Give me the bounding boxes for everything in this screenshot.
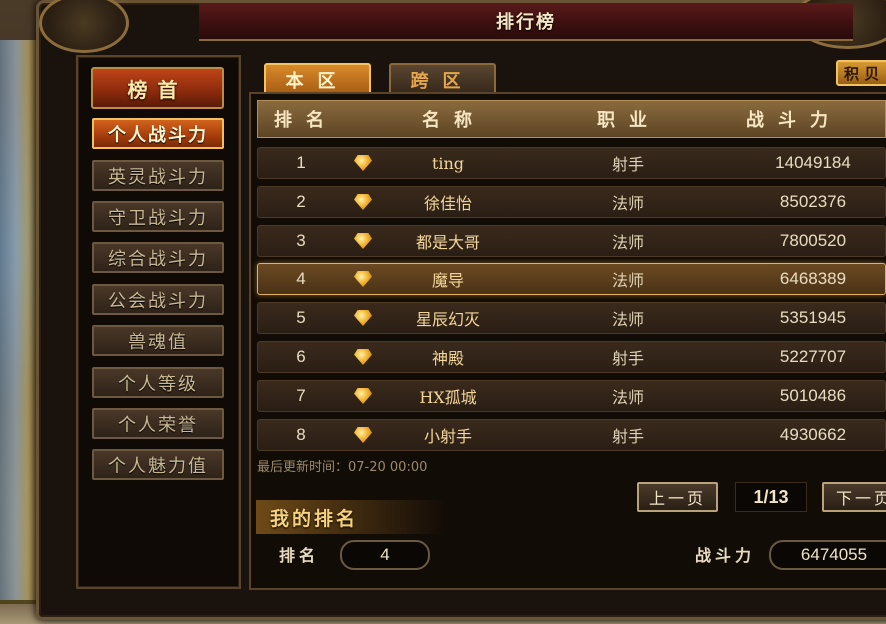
table-row[interactable]: 3 都是大哥 法师 7800520	[257, 225, 886, 257]
table-row[interactable]: 2 徐佳怡 法师 8502376	[257, 186, 886, 218]
player-power: 6468389	[779, 269, 847, 288]
my-rank-title: 我的排名	[256, 500, 446, 534]
sidebar-header: 榜首	[91, 67, 224, 109]
player-job: 射手	[611, 349, 644, 368]
rank-cell: 1	[296, 153, 306, 172]
player-power: 8502376	[779, 192, 847, 211]
rank-cell: 4	[296, 269, 306, 288]
table-row-selected[interactable]: 4 魔导 法师 6468389	[257, 263, 886, 295]
sidebar-item-personal-power[interactable]: 个人战斗力	[92, 118, 224, 149]
sidebar-item-hero-spirit-power[interactable]: 英灵战斗力	[92, 160, 224, 191]
header-rank: 排名	[274, 110, 338, 131]
my-power-value: 6474055	[769, 540, 886, 570]
table-row[interactable]: 7 HX孤城 法师 5010486	[257, 380, 886, 412]
diamond-icon	[350, 303, 376, 333]
rank-cell: 3	[296, 231, 306, 250]
window-title-bar[interactable]: 排行榜	[199, 3, 853, 41]
background-pillar	[0, 40, 40, 600]
diamond-icon	[350, 148, 376, 178]
player-name: ting	[431, 153, 465, 173]
player-job: 法师	[611, 310, 644, 329]
sidebar-item-beast-soul[interactable]: 兽魂值	[92, 325, 224, 356]
sidebar-item-overall-power[interactable]: 综合战斗力	[92, 242, 224, 273]
window-corner-ornament-left	[39, 0, 129, 53]
sidebar-item-guild-power[interactable]: 公会战斗力	[92, 284, 224, 315]
page-indicator: 1/13	[735, 482, 807, 512]
table-row[interactable]: 5 星辰幻灭 法师 5351945	[257, 302, 886, 334]
table-row[interactable]: 8 小射手 射手 4930662	[257, 419, 886, 451]
window-title: 排行榜	[496, 12, 556, 33]
rank-cell: 2	[296, 192, 306, 211]
diamond-icon	[350, 381, 376, 411]
diamond-icon	[350, 187, 376, 217]
player-job: 法师	[611, 271, 644, 290]
diamond-icon	[350, 420, 376, 450]
player-name: 神殿	[431, 349, 464, 368]
player-name: 小射手	[423, 427, 472, 446]
sidebar-item-personal-charm[interactable]: 个人魅力值	[92, 449, 224, 480]
diamond-icon	[350, 342, 376, 372]
player-job: 法师	[611, 388, 644, 407]
player-power: 5351945	[779, 308, 847, 327]
table-row[interactable]: 6 神殿 射手 5227707	[257, 341, 886, 373]
player-name: 星辰幻灭	[415, 310, 480, 329]
player-job: 法师	[611, 194, 644, 213]
table-row[interactable]: 1 ting 射手 14049184	[257, 147, 886, 179]
diamond-icon	[350, 264, 376, 294]
prev-page-button[interactable]: 上一页	[637, 482, 718, 512]
sidebar-item-guardian-power[interactable]: 守卫战斗力	[92, 201, 224, 232]
header-power: 战斗力	[746, 110, 842, 131]
player-job: 法师	[611, 233, 644, 252]
tab-local-server[interactable]: 本区	[264, 63, 371, 95]
player-job: 射手	[611, 155, 644, 174]
my-power-label: 战斗力	[695, 546, 756, 565]
header-name: 名称	[422, 110, 486, 131]
last-update-time: 最后更新时间：07-20 00:00	[257, 460, 428, 475]
sidebar-item-personal-honor[interactable]: 个人荣誉	[92, 408, 224, 439]
player-name: HX孤城	[419, 388, 477, 407]
player-power: 14049184	[775, 153, 851, 172]
sidebar-item-personal-level[interactable]: 个人等级	[92, 367, 224, 398]
next-page-button[interactable]: 下一页	[822, 482, 886, 512]
tab-cross-server[interactable]: 跨区	[389, 63, 496, 95]
player-job: 射手	[611, 427, 644, 446]
rank-cell: 6	[296, 347, 306, 366]
my-rank-value: 4	[340, 540, 430, 570]
player-name: 魔导	[431, 271, 464, 290]
rank-cell: 7	[296, 386, 306, 405]
player-name: 徐佳怡	[423, 194, 472, 213]
rank-cell: 8	[296, 425, 306, 444]
player-name: 都是大哥	[415, 233, 480, 252]
player-power: 5227707	[779, 347, 847, 366]
player-power: 4930662	[779, 425, 847, 444]
my-rank-label: 排名	[279, 546, 320, 565]
header-job: 职业	[597, 110, 661, 131]
ranking-table-header: 排名 名称 职业 战斗力	[257, 100, 886, 138]
player-power: 7800520	[779, 231, 847, 250]
points-button[interactable]: 积 贝	[836, 60, 886, 86]
diamond-icon	[350, 226, 376, 256]
rank-cell: 5	[296, 308, 306, 327]
player-power: 5010486	[779, 386, 847, 405]
